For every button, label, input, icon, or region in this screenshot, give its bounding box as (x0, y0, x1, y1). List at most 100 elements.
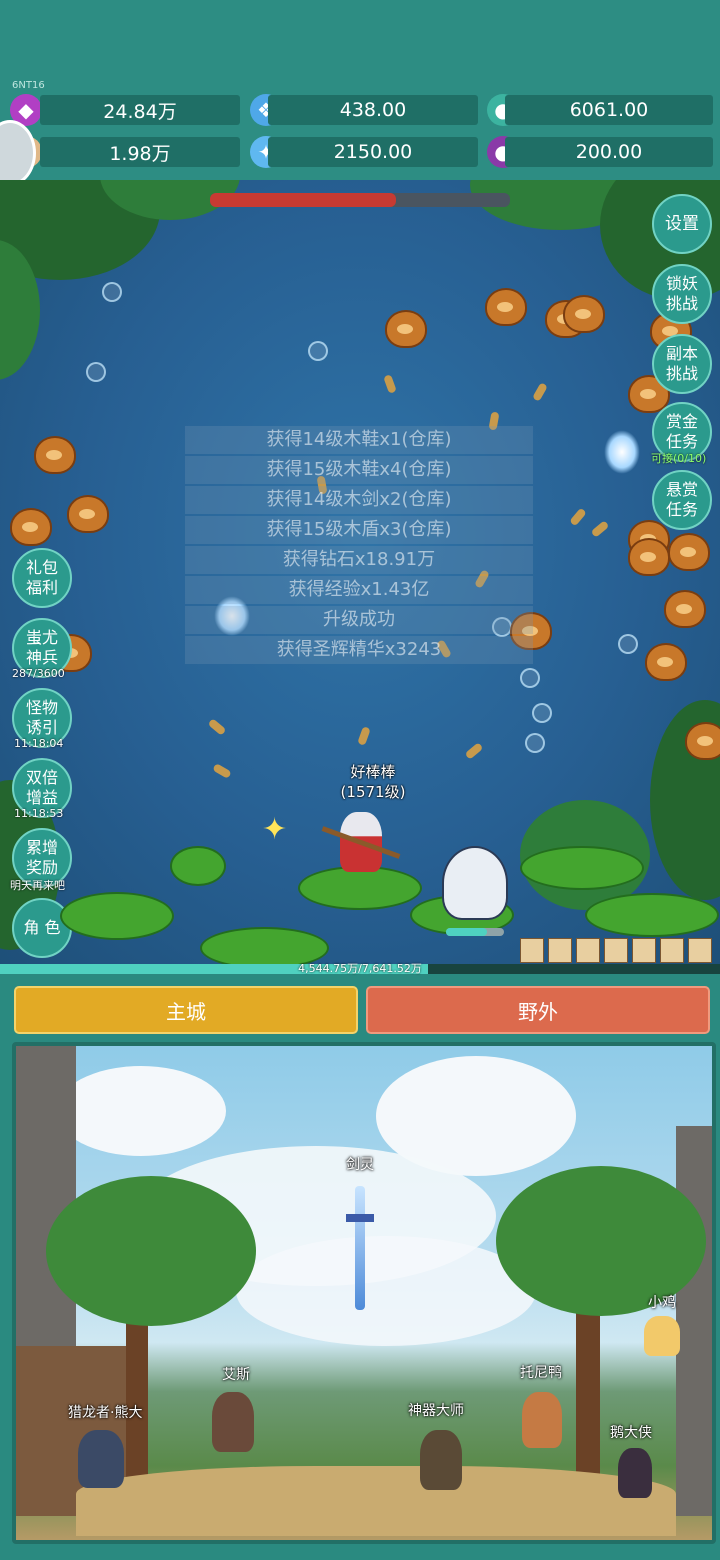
log-line: 获得钻石x18.91万 (185, 546, 533, 574)
button-label-line: 怪物 (25, 698, 58, 717)
settings-label: 设置 (665, 214, 699, 234)
version-label: 6NT16 (12, 80, 45, 91)
monster (668, 533, 710, 571)
log-line: 升级成功 (185, 606, 533, 634)
boss-hp-bar (210, 193, 510, 207)
monster (34, 436, 76, 474)
shuriken-icon: ✦ (262, 812, 288, 847)
bush (60, 892, 174, 940)
log-line: 获得经验x1.43亿 (185, 576, 533, 604)
button-label-line: 赏金 (665, 412, 698, 431)
resource-horn: 1.98万 (40, 137, 240, 167)
lure-timer: 11:18:04 (14, 737, 64, 750)
button-label-line: 任务 (665, 432, 698, 451)
town-scene: 剑灵 小鸡 艾斯 托尼鸭 猎龙者·熊大 神器大师 鹅大侠 (12, 1042, 716, 1544)
settings-button[interactable]: 设置 (652, 194, 712, 254)
bubble (86, 362, 106, 382)
button-label-line: 累增 (25, 838, 58, 857)
boss-hp-fill (210, 193, 396, 207)
hero-name: 好棒棒 (350, 763, 396, 781)
skill-bar (520, 938, 712, 963)
resource-crystal: 438.00 (268, 95, 478, 125)
chicken-npc[interactable] (644, 1316, 680, 1356)
lock-demon-challenge-button[interactable]: 锁妖 挑战 (652, 264, 712, 324)
experience-text: 4,544.75万/7,641.52万 (298, 962, 422, 975)
bubble (532, 703, 552, 723)
resource-fruit: 200.00 (505, 137, 713, 167)
building-right (676, 1126, 712, 1516)
log-line: 获得15级木鞋x4(仓库) (185, 456, 533, 484)
button-label-line: 诱引 (25, 718, 58, 737)
bubble (308, 341, 328, 361)
goose-hero-npc[interactable] (618, 1448, 652, 1498)
npc-label: 神器大师 (408, 1403, 464, 1419)
ais-npc[interactable] (212, 1392, 254, 1452)
dungeon-challenge-button[interactable]: 副本 挑战 (652, 334, 712, 394)
bubble (102, 282, 122, 302)
button-label-line: 福利 (25, 578, 58, 597)
button-label-line: 悬赏 (665, 480, 698, 499)
button-label-char: 色 (44, 918, 61, 937)
button-label-line: 神兵 (25, 648, 58, 667)
bush (585, 893, 719, 937)
button-label-line: 锁妖 (665, 274, 698, 293)
resource-bar: 6NT16 ◆ 24.84万 ❖ 438.00 ● 6061.00 ◀ 1.98… (0, 0, 720, 186)
resource-ice: 2150.00 (268, 137, 478, 167)
tornado-effect (604, 430, 640, 474)
bounty-status: 可接(0/10) (651, 452, 707, 465)
chiyou-count: 287/3600 (12, 667, 65, 680)
log-line: 获得14级木剑x2(仓库) (185, 486, 533, 514)
npc-label: 剑灵 (346, 1157, 374, 1173)
hero-level: (1571级) (340, 783, 406, 801)
button-label-line: 任务 (665, 500, 698, 519)
monster (10, 508, 52, 546)
button-label-line: 双倍 (25, 768, 58, 787)
floating-assist-button[interactable] (0, 120, 36, 186)
monster (628, 538, 670, 576)
hunter-bear-npc[interactable] (78, 1430, 124, 1488)
npc-label: 托尼鸭 (520, 1365, 562, 1381)
npc-label: 鹅大侠 (610, 1425, 652, 1441)
log-line: 获得15级木盾x3(仓库) (185, 516, 533, 544)
monster (485, 288, 527, 326)
bush (520, 846, 644, 890)
bush (298, 866, 422, 910)
hero-nameplate: 好棒棒 (1571级) (318, 762, 428, 802)
button-label-char: 角 (23, 918, 40, 937)
resource-gems: 24.84万 (40, 95, 240, 125)
reward-task-button[interactable]: 悬赏 任务 (652, 470, 712, 530)
button-label-line: 挑战 (665, 294, 698, 313)
monster (664, 590, 706, 628)
monster (385, 310, 427, 348)
double-timer: 11:18:53 (14, 807, 64, 820)
monster (685, 722, 720, 760)
pet-hp-fill (446, 928, 487, 936)
button-label-line: 挑战 (665, 364, 698, 383)
bubble (525, 733, 545, 753)
pet-hp-bar (446, 928, 504, 936)
npc-label: 艾斯 (222, 1367, 250, 1383)
tab-wild[interactable]: 野外 (366, 986, 710, 1034)
artifact-master-npc[interactable] (420, 1430, 462, 1490)
ground-path (76, 1466, 676, 1536)
tab-main-city[interactable]: 主城 (14, 986, 358, 1034)
sword-hilt (346, 1214, 374, 1222)
npc-label: 猎龙者·熊大 (68, 1405, 143, 1421)
gift-welfare-button[interactable]: 礼包 福利 (12, 548, 72, 608)
bubble (618, 634, 638, 654)
npc-label: 小鸡 (648, 1295, 676, 1311)
accum-note: 明天再来吧 (10, 879, 65, 892)
button-label-line: 礼包 (25, 558, 58, 577)
log-line: 获得圣辉精华x3243 (185, 636, 533, 664)
button-label-line: 蚩尤 (25, 628, 58, 647)
sword-spirit-npc[interactable] (355, 1186, 365, 1310)
monster (563, 295, 605, 333)
bush (170, 846, 226, 886)
monster (645, 643, 687, 681)
button-label-line: 增益 (25, 788, 58, 807)
log-line: 获得14级木鞋x1(仓库) (185, 426, 533, 454)
button-label-line: 副本 (665, 344, 698, 363)
tony-duck-npc[interactable] (522, 1392, 562, 1448)
button-label-line: 奖励 (25, 858, 58, 877)
monster (67, 495, 109, 533)
